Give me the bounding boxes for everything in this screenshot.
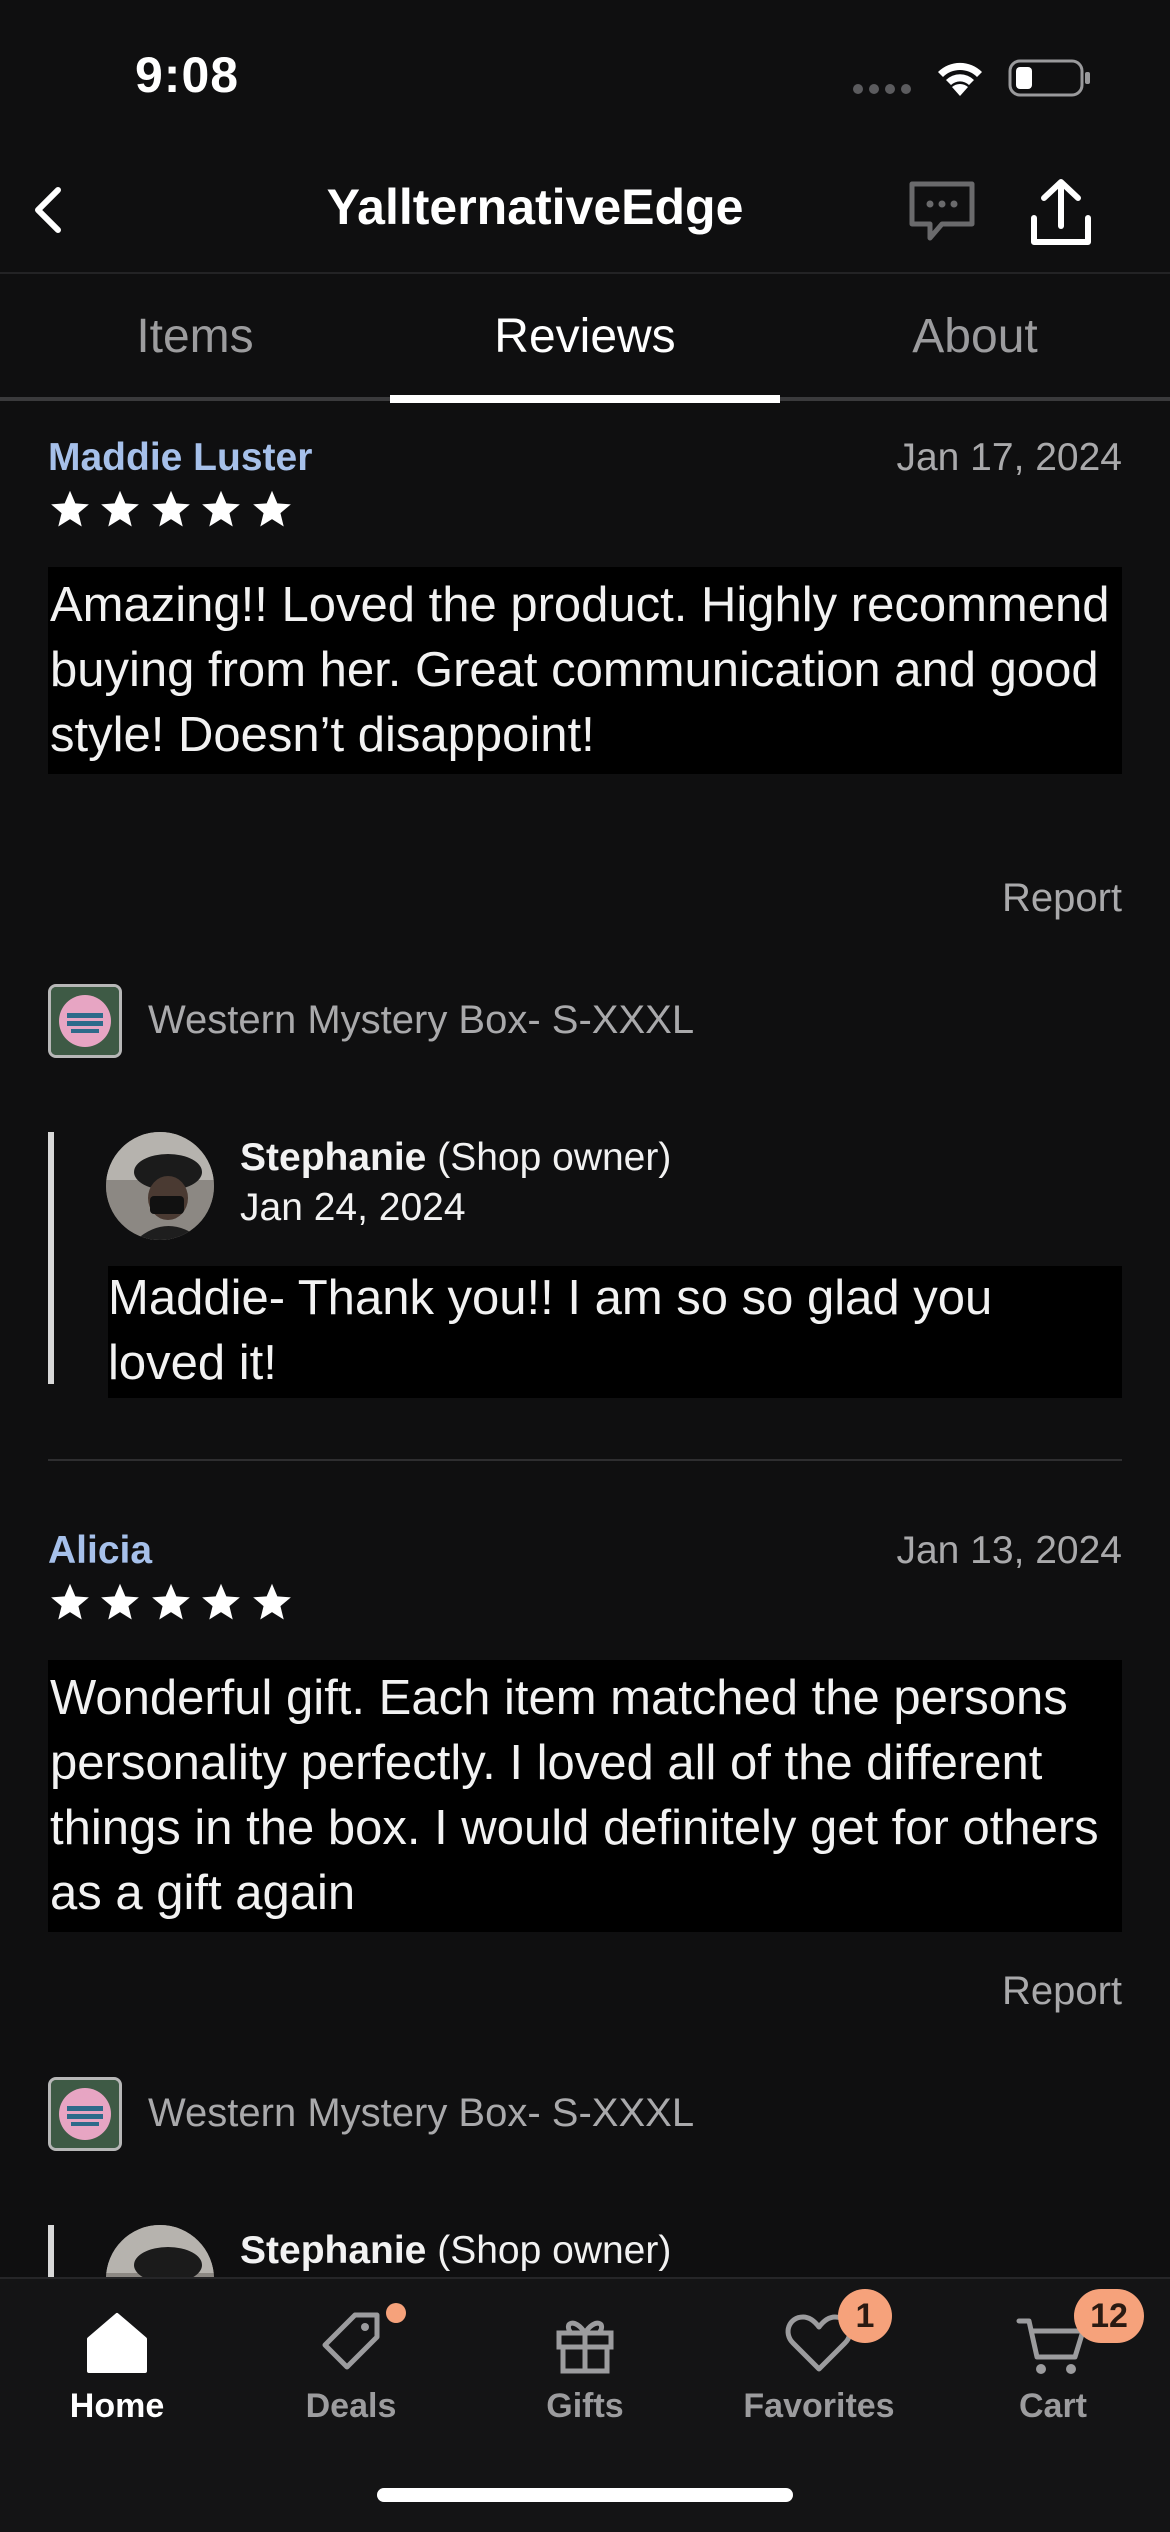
message-shop-button[interactable] (900, 170, 984, 254)
star-icon (51, 1583, 89, 1620)
report-button[interactable]: Report (1002, 876, 1122, 921)
star-icon (252, 1583, 291, 1620)
reply-date: Jan 24, 2024 (240, 1186, 466, 1229)
wifi-icon (938, 62, 982, 96)
review-text: Wonderful gift. Each item matched the pe… (48, 1660, 1122, 1932)
nav-gifts-label: Gifts (546, 2387, 624, 2425)
reviewed-product[interactable]: Western Mystery Box- S-XXXL (48, 984, 848, 1058)
gift-icon (556, 2320, 614, 2374)
product-thumbnail (48, 2077, 122, 2151)
nav-favorites[interactable]: 1 Favorites (702, 2279, 936, 2439)
reply-author-role: (Shop owner) (437, 1136, 672, 1179)
star-icon (101, 1583, 140, 1620)
avatar (106, 1132, 214, 1240)
product-thumbnail (48, 984, 122, 1058)
star-icon (51, 490, 89, 527)
nav-cart[interactable]: 12 Cart (936, 2279, 1170, 2439)
review-card: Alicia Jan 13, 2024 Wonderful gift. Each… (48, 1529, 1122, 2277)
reply-author-name: Stephanie (240, 1136, 427, 1179)
product-name[interactable]: Western Mystery Box- S-XXXL (148, 2091, 694, 2136)
reply-quote-bar (48, 2225, 54, 2277)
status-bar: 9:08 (0, 0, 1170, 150)
review-card: Maddie Luster Jan 17, 2024 Amazing!! Lov… (48, 436, 1122, 1398)
tab-reviews[interactable]: Reviews (390, 274, 780, 400)
active-tab-indicator (390, 395, 780, 403)
star-icon (202, 490, 241, 527)
cellular-signal-icon (853, 84, 913, 94)
nav-home-label: Home (69, 2387, 165, 2425)
shop-title: YallternativeEdge (326, 179, 744, 235)
reviewed-product[interactable]: Western Mystery Box- S-XXXL (48, 2077, 848, 2151)
nav-deals-label: Deals (305, 2387, 397, 2425)
back-button[interactable] (18, 170, 98, 250)
review-divider (48, 1459, 1122, 1461)
star-icon (202, 1583, 241, 1620)
star-icon (152, 1583, 190, 1620)
nav-cart-label: Cart (1018, 2387, 1088, 2425)
review-text: Amazing!! Loved the product. Highly reco… (48, 567, 1122, 774)
share-button[interactable] (1016, 170, 1106, 260)
product-name[interactable]: Western Mystery Box- S-XXXL (148, 998, 694, 1043)
report-button[interactable]: Report (1002, 1969, 1122, 2014)
reply-author: Stephanie (Shop owner) (240, 1136, 671, 1180)
tab-items[interactable]: Items (0, 274, 390, 400)
reply-quote-bar (48, 1132, 54, 1384)
shop-owner-reply: Stephanie (Shop owner) (48, 2225, 1122, 2277)
reply-author: Stephanie (Shop owner) (240, 2229, 671, 2273)
tag-icon (322, 2312, 380, 2370)
shop-tabs: Items Reviews About (0, 274, 1170, 400)
deals-dot-badge (386, 2303, 406, 2323)
reviewer-name[interactable]: Alicia (48, 1529, 152, 1573)
battery-icon (1008, 59, 1090, 97)
tab-about[interactable]: About (780, 274, 1170, 400)
home-icon (87, 2313, 147, 2373)
shop-header: YallternativeEdge (0, 150, 1170, 272)
reply-author-role: (Shop owner) (437, 2229, 672, 2272)
review-date: Jan 17, 2024 (896, 436, 1122, 479)
nav-favorites-label: Favorites (743, 2387, 895, 2425)
star-icon (101, 490, 140, 527)
nav-home[interactable]: Home (0, 2279, 234, 2439)
star-icon (152, 490, 190, 527)
home-indicator (377, 2488, 793, 2502)
star-rating (48, 488, 296, 534)
star-rating (48, 1581, 296, 1627)
status-time: 9:08 (135, 47, 240, 103)
reply-author-name: Stephanie (240, 2229, 427, 2272)
nav-deals[interactable]: Deals (234, 2279, 468, 2439)
favorites-count-badge: 1 (838, 2289, 892, 2343)
reviewer-name[interactable]: Maddie Luster (48, 436, 312, 480)
shop-owner-reply: Stephanie (Shop owner) Jan 24, 2024 Madd… (48, 1132, 1122, 1398)
avatar (106, 2225, 214, 2277)
review-date: Jan 13, 2024 (896, 1529, 1122, 1572)
cart-count-badge: 12 (1074, 2289, 1144, 2343)
star-icon (252, 490, 291, 527)
reply-text: Maddie- Thank you!! I am so so glad you … (108, 1266, 1122, 1398)
nav-gifts[interactable]: Gifts (468, 2279, 702, 2439)
